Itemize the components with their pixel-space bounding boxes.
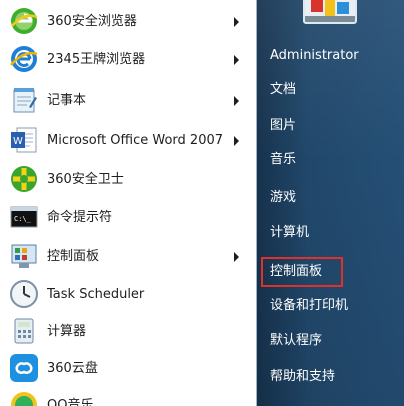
help-support-link[interactable]: 帮助和支持	[270, 363, 398, 391]
program-label: 360安全浏览器	[47, 14, 137, 29]
program-word-2007[interactable]: W Microsoft Office Word 2007	[0, 122, 256, 160]
360-browser-icon	[9, 6, 39, 36]
2345-browser-icon	[9, 44, 39, 74]
submenu-arrow-icon	[234, 55, 239, 65]
user-name-link[interactable]: Administrator	[270, 42, 398, 70]
svg-text:W: W	[13, 136, 23, 147]
360-safeguard-icon	[9, 164, 39, 194]
program-control-panel[interactable]: 控制面板	[0, 238, 256, 276]
program-360-safeguard[interactable]: 360安全卫士	[0, 161, 256, 199]
program-label: 命令提示符	[47, 210, 113, 225]
program-360-browser[interactable]: 360安全浏览器	[0, 3, 256, 41]
program-2345-browser[interactable]: 2345王牌浏览器	[0, 41, 256, 79]
program-task-scheduler[interactable]: Task Scheduler	[0, 276, 256, 314]
control-panel-link[interactable]: 控制面板	[261, 257, 343, 287]
word-icon: W	[9, 125, 39, 155]
clock-icon	[9, 279, 39, 309]
start-menu: 360安全浏览器 2345王牌浏览器 记事本 W Microsoft Offic…	[0, 0, 404, 406]
program-label: 控制面板	[47, 249, 100, 264]
pictures-link[interactable]: 图片	[270, 112, 398, 140]
user-avatar[interactable]	[303, 0, 357, 24]
program-label: Task Scheduler	[47, 287, 145, 302]
360-cloud-icon	[9, 353, 39, 383]
program-label: 2345王牌浏览器	[47, 52, 146, 67]
submenu-arrow-icon	[234, 17, 239, 27]
devices-printers-link[interactable]: 设备和打印机	[270, 292, 398, 320]
program-label: 计算器	[47, 324, 87, 339]
program-notepad[interactable]: 记事本	[0, 82, 256, 120]
program-360-cloud[interactable]: 360云盘	[0, 350, 256, 388]
games-link[interactable]: 游戏	[270, 184, 398, 212]
program-label: QQ音乐	[47, 398, 94, 406]
submenu-arrow-icon	[234, 96, 239, 106]
program-qq-music[interactable]: QQ音乐	[0, 387, 256, 406]
program-calculator[interactable]: 计算器	[0, 313, 256, 351]
submenu-arrow-icon	[234, 252, 239, 262]
program-cmd[interactable]: C:\_ 命令提示符	[0, 199, 256, 237]
command-prompt-icon: C:\_	[9, 202, 39, 232]
computer-link[interactable]: 计算机	[270, 219, 398, 247]
control-panel-icon	[9, 241, 39, 271]
program-label: 360云盘	[47, 361, 98, 376]
music-link[interactable]: 音乐	[270, 146, 398, 174]
default-programs-link[interactable]: 默认程序	[270, 327, 398, 355]
documents-link[interactable]: 文档	[270, 76, 398, 104]
calculator-icon	[9, 316, 39, 346]
notepad-icon	[9, 85, 39, 115]
qq-music-icon	[9, 390, 39, 406]
svg-text:C:\_: C:\_	[14, 215, 32, 223]
program-label: 360安全卫士	[47, 172, 124, 187]
program-label: Microsoft Office Word 2007	[47, 133, 224, 148]
submenu-arrow-icon	[234, 136, 239, 146]
program-label: 记事本	[47, 93, 87, 108]
program-list: 360安全浏览器 2345王牌浏览器 记事本 W Microsoft Offic…	[0, 0, 257, 406]
